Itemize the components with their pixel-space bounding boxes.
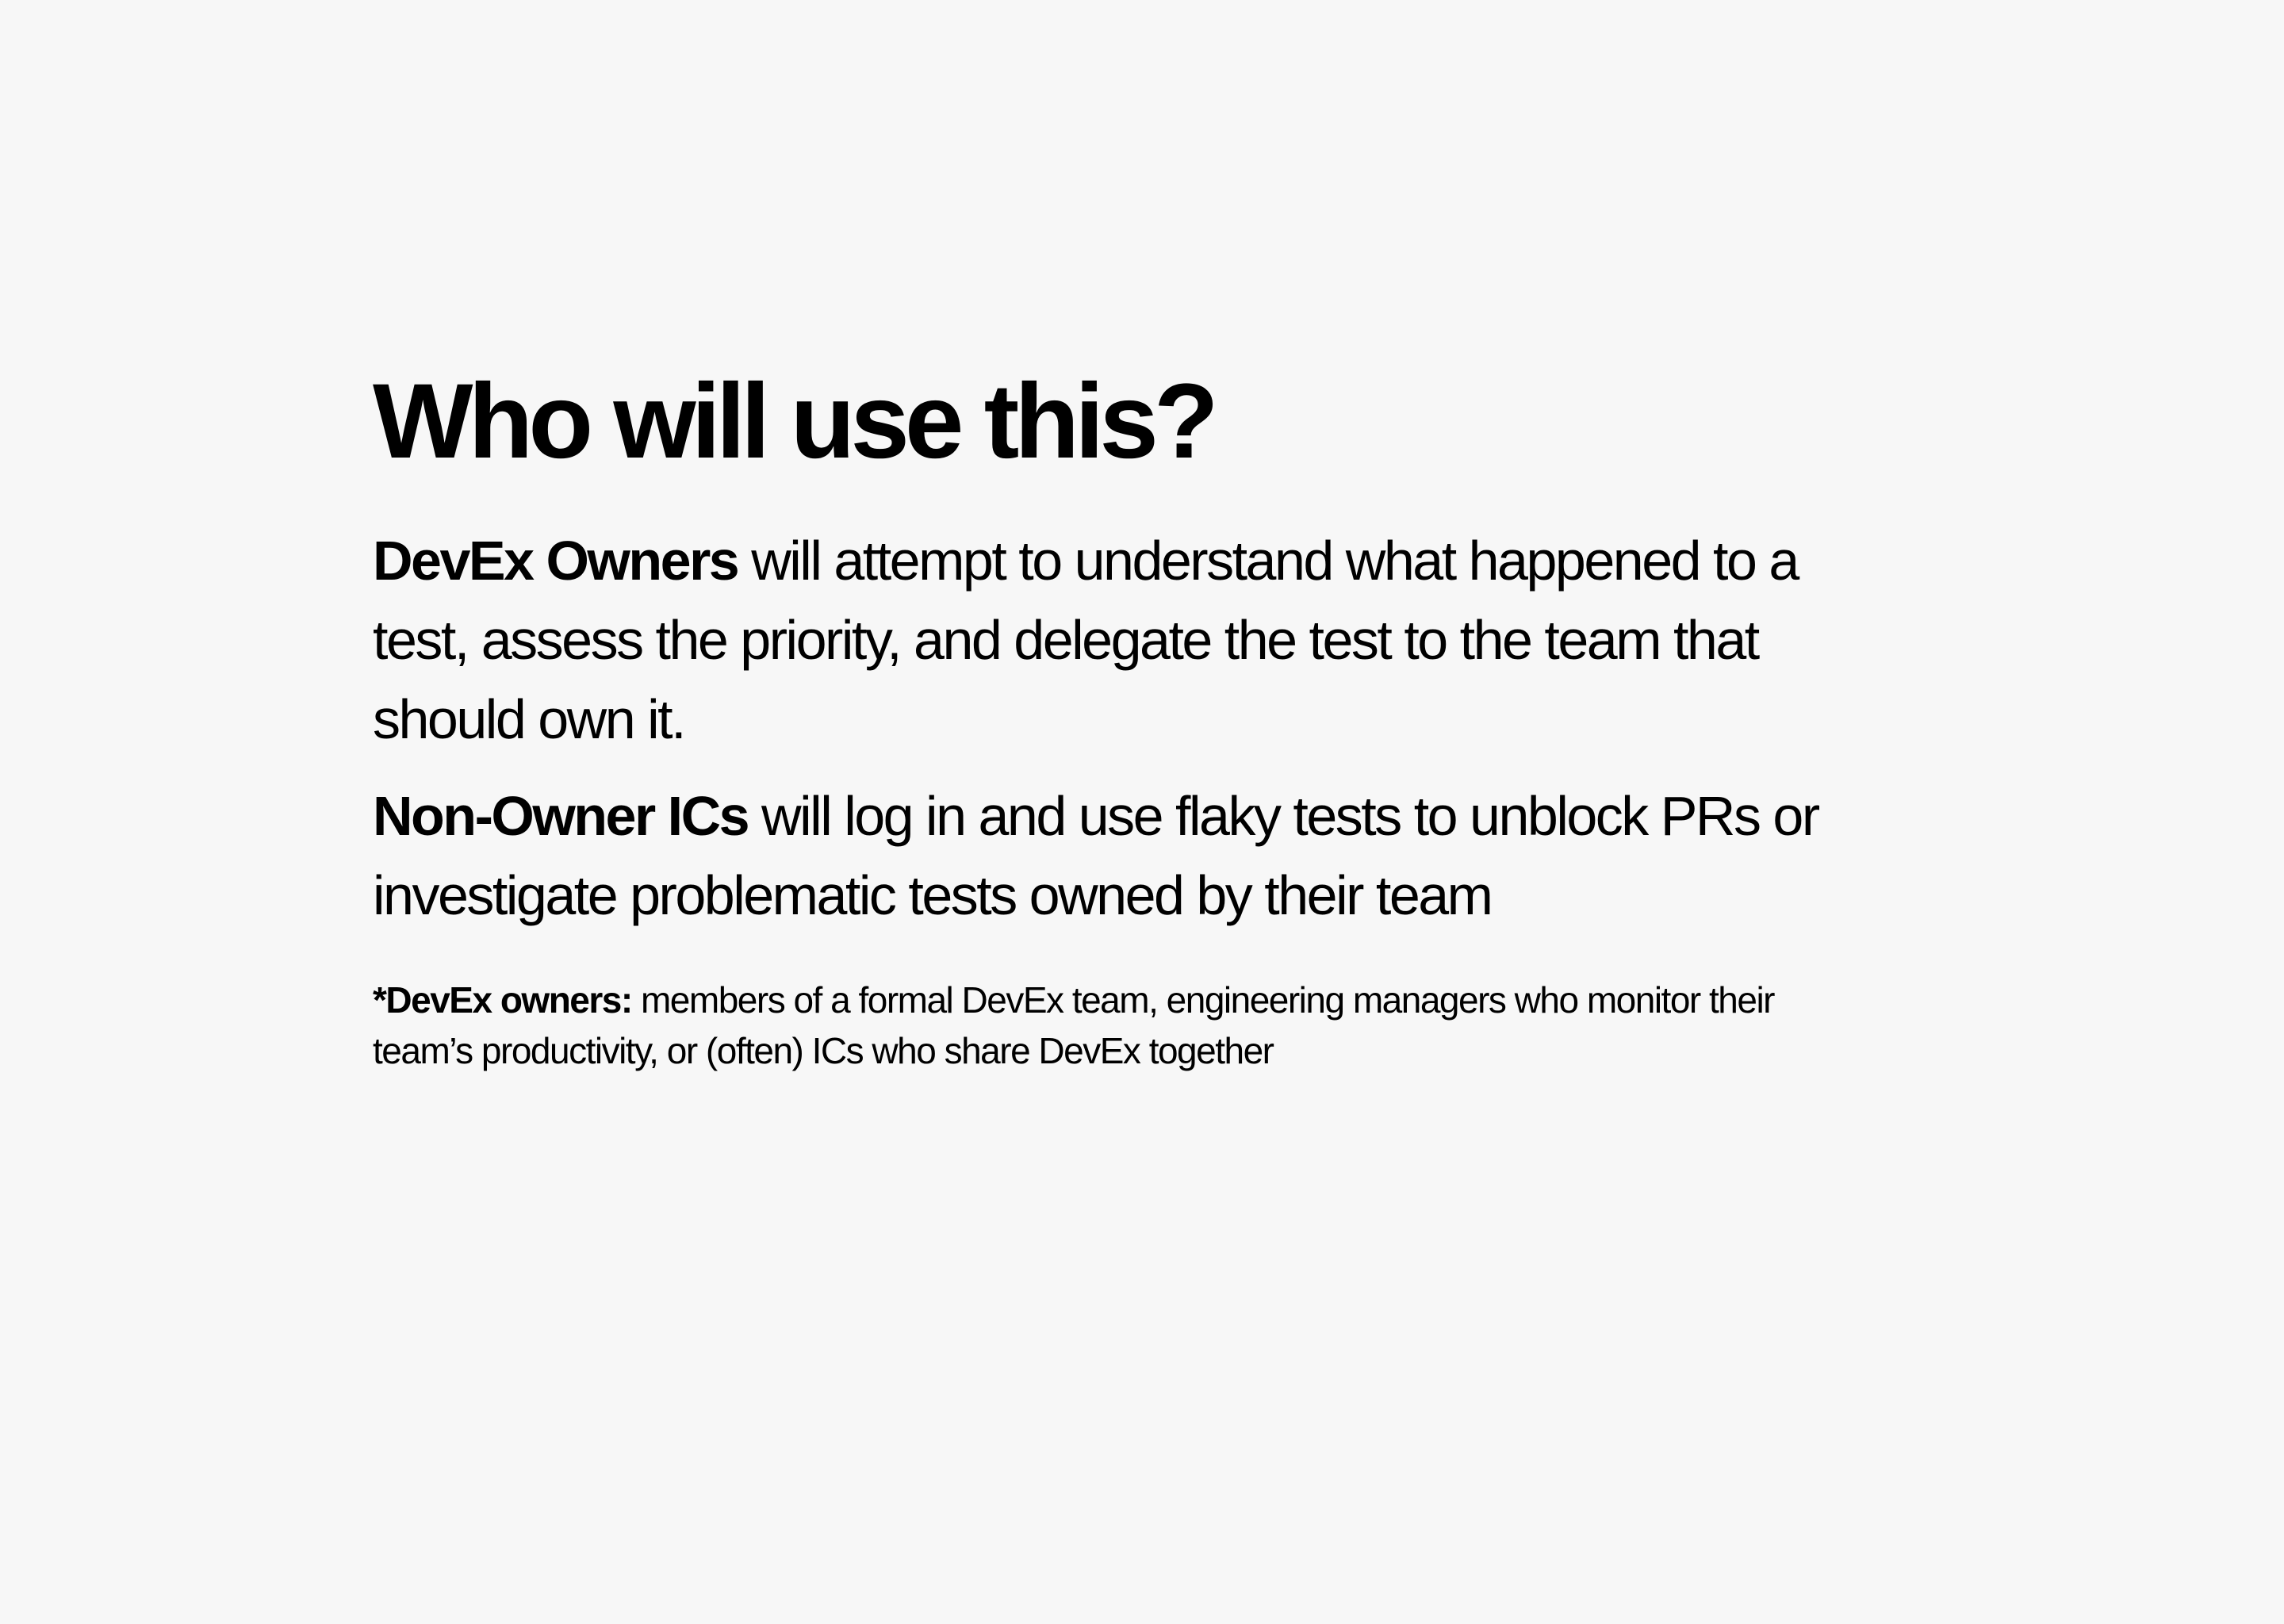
slide-content: Who will use this? DevEx Owners will att… [373, 361, 1927, 1076]
devex-owners-label: DevEx Owners [373, 530, 740, 592]
non-owner-ics-paragraph: Non-Owner ICs will log in and use flaky … [373, 776, 1864, 935]
page-title: Who will use this? [373, 362, 1219, 481]
non-owner-ics-label: Non-Owner ICs [373, 785, 750, 848]
footnote: *DevEx owners: members of a formal DevEx… [373, 975, 1800, 1076]
footnote-label: *DevEx owners: [373, 979, 633, 1021]
devex-owners-paragraph: DevEx Owners will attempt to understand … [373, 521, 1864, 759]
